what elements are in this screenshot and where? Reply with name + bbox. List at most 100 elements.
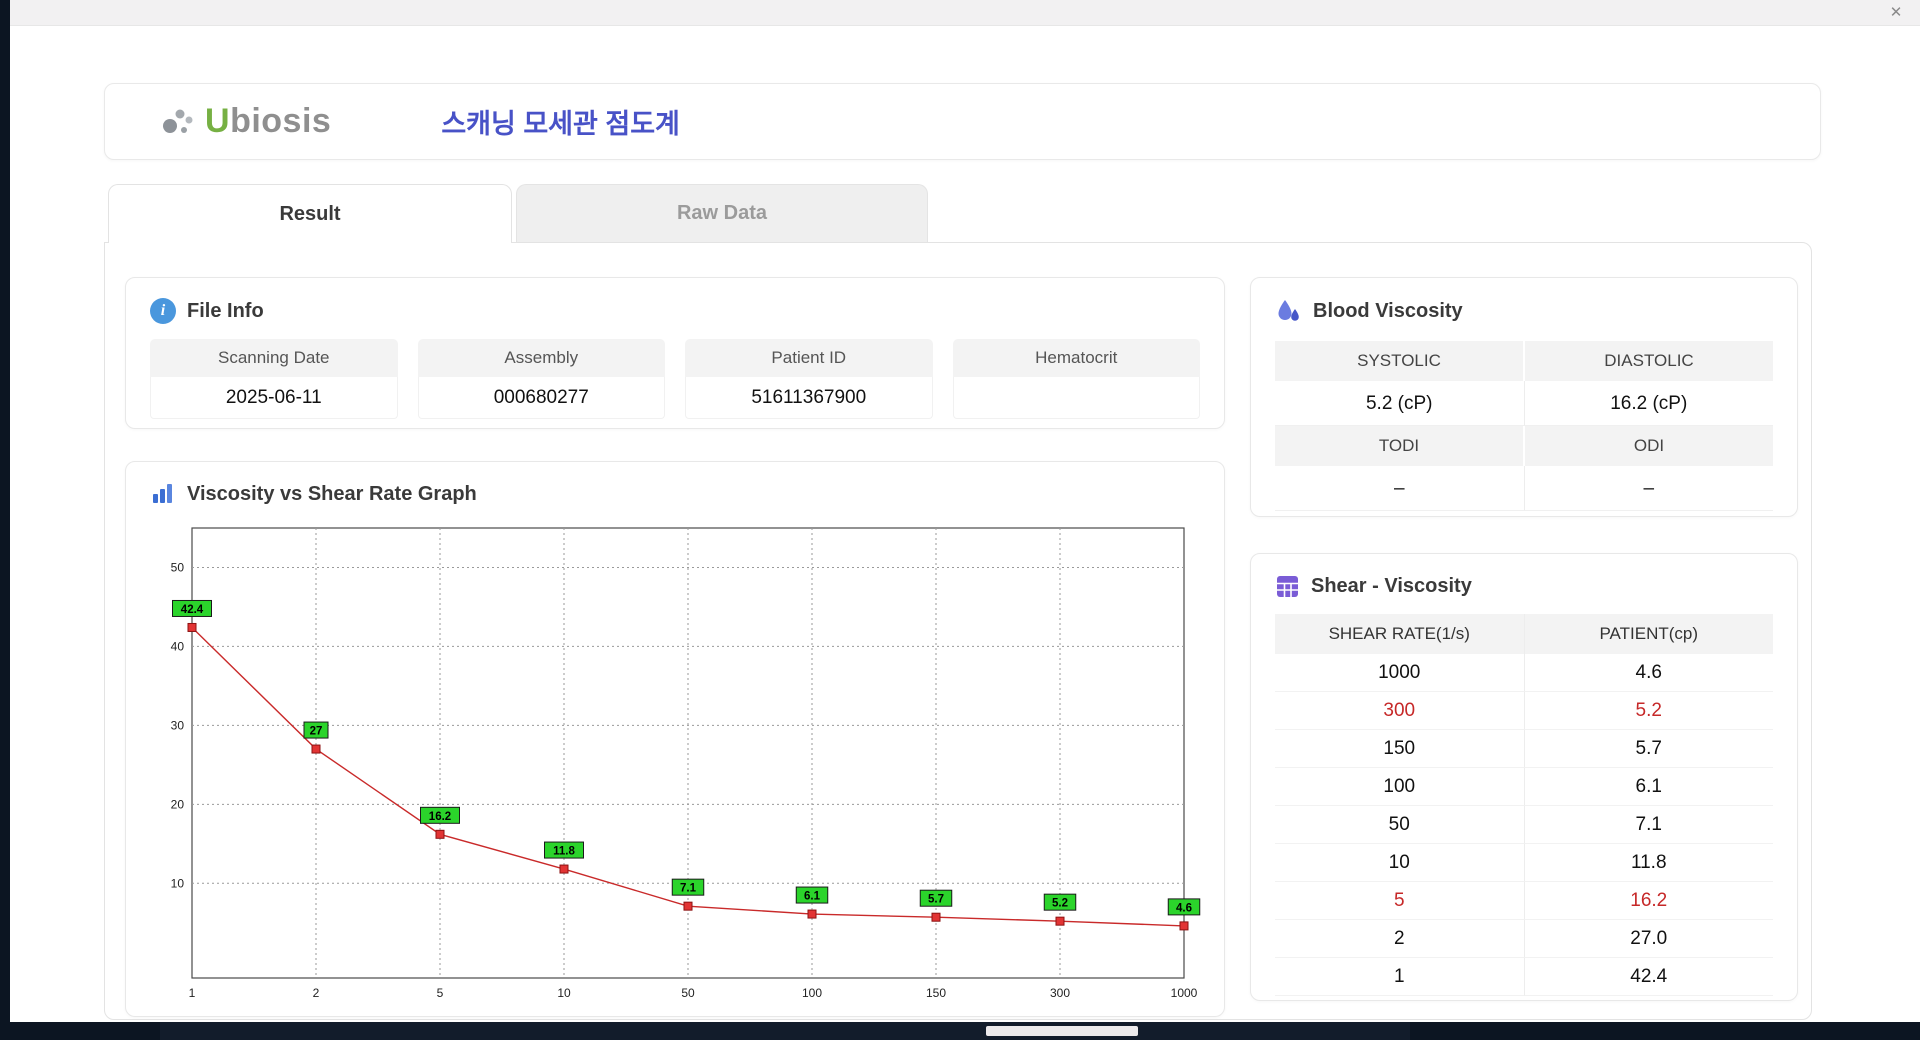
svg-text:42.4: 42.4 [181, 604, 204, 616]
blood-viscosity-card: Blood Viscosity SYSTOLIC DIASTOLIC 5.2 (cP… [1250, 277, 1798, 517]
shear-table-header-cell: PATIENT(cp) [1523, 614, 1773, 654]
shear-table-row: 10 11.8 [1275, 844, 1773, 882]
bv-header-cell: TODI [1275, 426, 1523, 466]
taskbar [0, 1022, 1920, 1040]
window-titlebar: ✕ [10, 0, 1920, 26]
blood-viscosity-title: Blood Viscosity [1313, 300, 1463, 322]
taskbar-item[interactable] [986, 1026, 1138, 1036]
svg-text:10: 10 [557, 986, 571, 1000]
patient-value-cell: 5.7 [1523, 730, 1773, 768]
field-value: 000680277 [417, 377, 665, 419]
shear-rate-cell: 1000 [1275, 654, 1524, 692]
bv-value-row: – – [1275, 466, 1773, 511]
logo-dots-icon [163, 109, 193, 133]
shear-table-row: 2 27.0 [1275, 920, 1773, 958]
field-value: 51611367900 [685, 377, 933, 419]
svg-text:4.6: 4.6 [1176, 902, 1192, 914]
bv-value-cell: – [1275, 466, 1524, 511]
shear-viscosity-title-row: Shear - Viscosity [1251, 554, 1797, 599]
close-icon[interactable]: ✕ [1886, 3, 1906, 23]
droplet-icon [1278, 300, 1299, 321]
patient-value-cell: 7.1 [1523, 806, 1773, 844]
graph-title: Viscosity vs Shear Rate Graph [187, 482, 477, 505]
shear-rate-cell: 50 [1275, 806, 1524, 844]
ubiosis-logo: Ubiosis [159, 102, 331, 142]
shear-rate-cell: 10 [1275, 844, 1524, 882]
shear-table-row: 1 42.4 [1275, 958, 1773, 996]
graph-title-row: Viscosity vs Shear Rate Graph [126, 462, 1224, 506]
field-label: Patient ID [685, 339, 933, 377]
patient-value-cell: 11.8 [1523, 844, 1773, 882]
shear-table-row: 50 7.1 [1275, 806, 1773, 844]
svg-text:1: 1 [189, 986, 196, 1000]
app-title-korean: 스캐닝 모세관 점도계 [441, 109, 680, 139]
tab-result[interactable]: Result [108, 184, 512, 243]
svg-text:10: 10 [171, 876, 185, 890]
patient-value-cell: 27.0 [1523, 920, 1773, 958]
svg-text:1000: 1000 [1171, 986, 1198, 1000]
shear-table-row: 1000 4.6 [1275, 654, 1773, 692]
viscosity-chart: 10 20 30 40 50 1 2 5 10 50 100 150 300 1000 42.4 27 16.2… [171, 527, 1201, 1000]
field-label: Scanning Date [150, 339, 398, 377]
shear-rate-cell: 5 [1275, 882, 1524, 920]
svg-text:6.1: 6.1 [804, 891, 821, 903]
bv-value-row: 5.2 (cP) 16.2 (cP) [1275, 381, 1773, 426]
file-info-field: Scanning Date 2025-06-11 [150, 339, 398, 419]
patient-value-cell: 42.4 [1523, 958, 1773, 996]
shear-rate-cell: 150 [1275, 730, 1524, 768]
svg-text:40: 40 [171, 639, 185, 653]
svg-text:11.8: 11.8 [553, 846, 575, 858]
bv-header-cell: ODI [1523, 426, 1773, 466]
file-info-field: Assembly 000680277 [417, 339, 665, 419]
svg-text:150: 150 [926, 986, 946, 1000]
shear-table-header-row: SHEAR RATE(1/s) PATIENT(cp) [1275, 614, 1773, 654]
blood-viscosity-title-row: Blood Viscosity [1251, 278, 1797, 325]
svg-text:2: 2 [313, 986, 320, 1000]
logo-text: Ubiosis [205, 102, 331, 141]
info-icon: i [150, 298, 176, 324]
bv-header-row: SYSTOLIC DIASTOLIC [1275, 341, 1773, 381]
file-info-title: File Info [187, 299, 264, 322]
bv-value-cell: 16.2 (cP) [1523, 381, 1773, 426]
app-header: Ubiosis 스캐닝 모세관 점도계 [104, 83, 1821, 160]
svg-text:20: 20 [171, 797, 185, 811]
patient-value-cell: 6.1 [1523, 768, 1773, 806]
bar-chart-icon [153, 484, 172, 503]
shear-rate-cell: 2 [1275, 920, 1524, 958]
svg-text:5.2: 5.2 [1052, 898, 1068, 910]
bv-header-cell: DIASTOLIC [1523, 341, 1773, 381]
shear-table-row: 100 6.1 [1275, 768, 1773, 806]
file-info-field: Patient ID 51611367900 [685, 339, 933, 419]
logo-text-accent: U [205, 102, 231, 140]
graph-card: Viscosity vs Shear Rate Graph 10 20 30 40 50… [125, 461, 1225, 1017]
svg-text:50: 50 [171, 560, 185, 574]
logo-text-rest: biosis [230, 102, 332, 140]
bv-value-cell: 5.2 (cP) [1275, 381, 1524, 426]
file-info-fields: Scanning Date 2025-06-11 Assembly 000680277… [126, 339, 1224, 419]
bv-header-cell: SYSTOLIC [1275, 341, 1523, 381]
shear-viscosity-title: Shear - Viscosity [1311, 575, 1472, 597]
shear-table-row: 150 5.7 [1275, 730, 1773, 768]
bv-header-row: TODI ODI [1275, 426, 1773, 466]
shear-table-header-cell: SHEAR RATE(1/s) [1275, 614, 1524, 654]
svg-text:300: 300 [1050, 986, 1070, 1000]
shear-rate-cell: 300 [1275, 692, 1524, 730]
svg-text:5: 5 [437, 986, 444, 1000]
file-info-field: Hematocrit [952, 339, 1200, 419]
svg-text:27: 27 [310, 726, 323, 738]
patient-value-cell: 4.6 [1523, 654, 1773, 692]
svg-text:50: 50 [681, 986, 695, 1000]
svg-text:30: 30 [171, 718, 185, 732]
shear-table-row: 5 16.2 [1275, 882, 1773, 920]
taskbar-strip [160, 1022, 1410, 1040]
grid-table-icon [1277, 576, 1298, 597]
app-window: ✕ Ubiosis 스캐닝 모세관 점도계 Result Raw Data i … [10, 0, 1920, 1022]
result-panel: i File Info Scanning Date 2025-06-11 Assem… [104, 242, 1812, 1020]
shear-viscosity-table: SHEAR RATE(1/s) PATIENT(cp) 1000 4.6 300 5.2 1… [1275, 614, 1773, 996]
svg-text:100: 100 [802, 986, 822, 1000]
patient-value-cell: 5.2 [1523, 692, 1773, 730]
svg-text:7.1: 7.1 [680, 883, 697, 895]
tab-raw-data[interactable]: Raw Data [516, 184, 928, 242]
file-info-card: i File Info Scanning Date 2025-06-11 Assem… [125, 277, 1225, 429]
field-value [952, 377, 1200, 419]
